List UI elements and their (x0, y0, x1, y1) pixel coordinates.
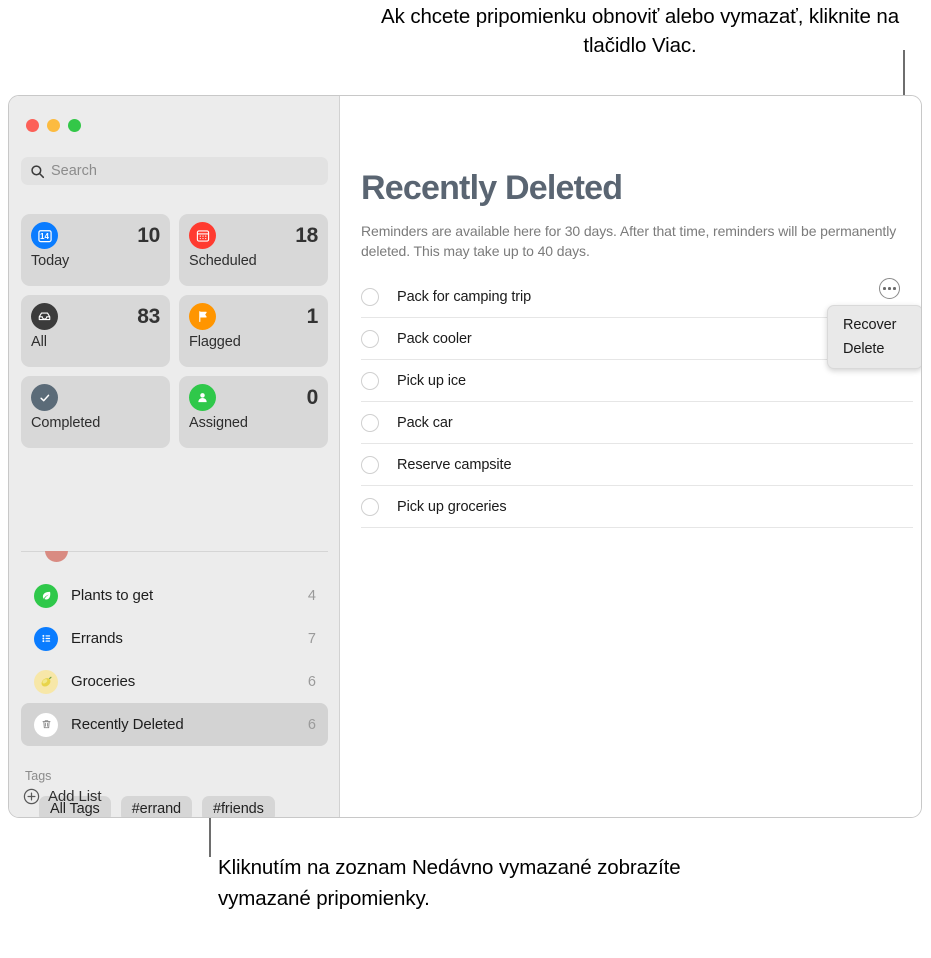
context-menu: Recover Delete (827, 305, 921, 369)
reminder-checkbox[interactable] (361, 329, 379, 348)
all-count: 83 (137, 304, 160, 328)
callout-top-text: Ak chcete pripomienku obnoviť alebo vyma… (381, 5, 899, 57)
lemon-icon (34, 669, 58, 694)
callout-bottom-text: Kliknutím na zoznam Nedávno vymazané zob… (218, 856, 681, 910)
reminder-row[interactable]: Pick up groceries (361, 486, 913, 528)
list-count: 4 (307, 587, 316, 604)
menu-item-delete[interactable]: Delete (828, 337, 921, 361)
reminder-checkbox[interactable] (361, 413, 379, 432)
ellipsis-icon (893, 287, 896, 290)
smart-list-flagged[interactable]: 1 Flagged (179, 295, 328, 367)
zoom-button[interactable] (68, 119, 81, 132)
list-row-partial[interactable] (21, 551, 328, 569)
sidebar-item-errands[interactable]: Errands 7 (21, 617, 328, 660)
calendar-scheduled-icon (189, 222, 216, 249)
inbox-icon (31, 303, 58, 330)
reminder-title: Pack cooler (397, 330, 472, 347)
add-list-button[interactable]: Add List (23, 788, 102, 805)
list-count: 6 (307, 716, 316, 733)
flagged-count: 1 (306, 304, 319, 328)
calendar-today-icon: 14 (31, 222, 58, 249)
search-placeholder: Search (51, 163, 97, 179)
smart-list-completed[interactable]: Completed (21, 376, 170, 448)
assigned-label: Assigned (189, 415, 248, 431)
search-input[interactable]: Search (21, 157, 328, 185)
completed-label: Completed (31, 415, 101, 431)
user-lists: Plants to get 4 Errands 7 Groceries 6 Re… (21, 574, 328, 746)
reminder-title: Pack for camping trip (397, 288, 532, 305)
window-controls (26, 119, 81, 132)
sidebar-item-groceries[interactable]: Groceries 6 (21, 660, 328, 703)
reminder-checkbox[interactable] (361, 455, 379, 474)
today-label: Today (31, 253, 70, 269)
assigned-count: 0 (306, 385, 319, 409)
smart-list-all[interactable]: 83 All (21, 295, 170, 367)
reminder-title: Pick up groceries (397, 498, 507, 515)
more-button[interactable] (879, 278, 900, 299)
tags-section-title: Tags (25, 769, 52, 783)
smart-list-assigned[interactable]: 0 Assigned (179, 376, 328, 448)
reminder-checkbox[interactable] (361, 371, 379, 390)
sidebar-item-recently-deleted[interactable]: Recently Deleted 6 (21, 703, 328, 746)
today-date-number: 14 (40, 232, 49, 241)
tag-chip-friends[interactable]: #friends (202, 796, 275, 817)
close-button[interactable] (26, 119, 39, 132)
smart-lists-grid: 14 10 Today 18 Scheduled 83 All 1 Flagge… (21, 214, 328, 448)
search-icon (31, 164, 45, 178)
page-subtitle: Reminders are available here for 30 days… (361, 223, 897, 259)
list-label: Recently Deleted (71, 716, 184, 733)
page-title: Recently Deleted (361, 169, 623, 207)
ellipsis-icon (888, 287, 891, 290)
tag-chip-errand[interactable]: #errand (120, 796, 192, 817)
list-count: 6 (307, 673, 316, 690)
reminder-checkbox[interactable] (361, 497, 379, 516)
list-count: 7 (307, 630, 316, 647)
menu-item-recover[interactable]: Recover (828, 313, 921, 337)
reminder-title: Reserve campsite (397, 456, 512, 473)
ellipsis-icon (883, 287, 886, 290)
person-icon (189, 384, 216, 411)
today-count: 10 (137, 223, 160, 247)
reminder-title: Pick up ice (397, 372, 467, 389)
leaf-icon (34, 583, 58, 608)
list-label: Errands (71, 630, 123, 647)
sidebar-item-plants-to-get[interactable]: Plants to get 4 (21, 574, 328, 617)
scheduled-label: Scheduled (189, 253, 257, 269)
reminder-title: Pack car (397, 414, 453, 431)
list-label: Plants to get (71, 587, 154, 604)
main-content: Recently Deleted Reminders are available… (340, 96, 921, 817)
smart-list-scheduled[interactable]: 18 Scheduled (179, 214, 328, 286)
reminder-checkbox[interactable] (361, 287, 379, 306)
reminder-row[interactable]: Reserve campsite (361, 444, 913, 486)
trash-icon (34, 712, 58, 737)
smart-list-today[interactable]: 14 10 Today (21, 214, 170, 286)
minimize-button[interactable] (47, 119, 60, 132)
scheduled-count: 18 (295, 223, 318, 247)
list-icon (34, 626, 58, 651)
list-icon-partial (45, 551, 68, 562)
checkmark-icon (31, 384, 58, 411)
list-label: Groceries (71, 673, 136, 690)
flag-icon (189, 303, 216, 330)
all-label: All (31, 334, 47, 350)
flagged-label: Flagged (189, 334, 241, 350)
reminders-window: Search 14 10 Today 18 Scheduled 83 All 1… (8, 95, 922, 818)
add-list-label: Add List (48, 788, 102, 805)
reminder-row[interactable]: Pack car (361, 402, 913, 444)
sidebar: Search 14 10 Today 18 Scheduled 83 All 1… (9, 96, 340, 817)
plus-circle-icon (23, 788, 40, 805)
